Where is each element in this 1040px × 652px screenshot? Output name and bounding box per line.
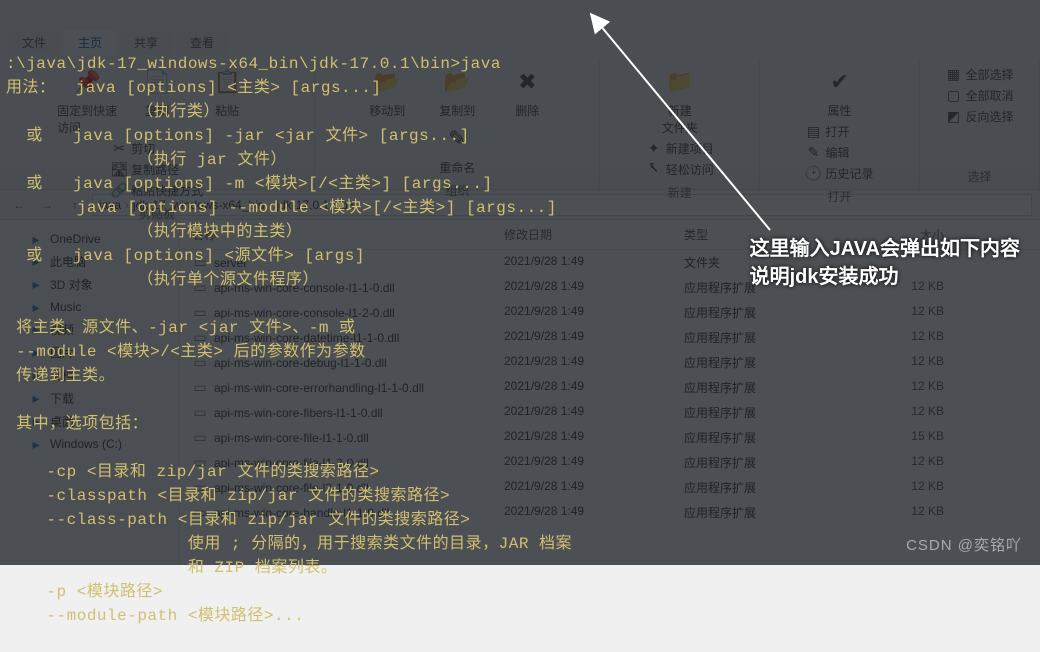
annotation-text: 这里输入JAVA会弹出如下内容 说明jdk安装成功 — [750, 235, 1020, 291]
watermark-text: CSDN @奕铭吖 — [906, 537, 1022, 554]
terminal-output: :\java\jdk-17_windows-x64_bin\jdk-17.0.1… — [6, 52, 1034, 628]
annotation-line2: 说明jdk安装成功 — [750, 263, 1020, 291]
annotation-line1: 这里输入JAVA会弹出如下内容 — [750, 235, 1020, 263]
watermark: CSDN @奕铭吖 — [906, 534, 1022, 555]
